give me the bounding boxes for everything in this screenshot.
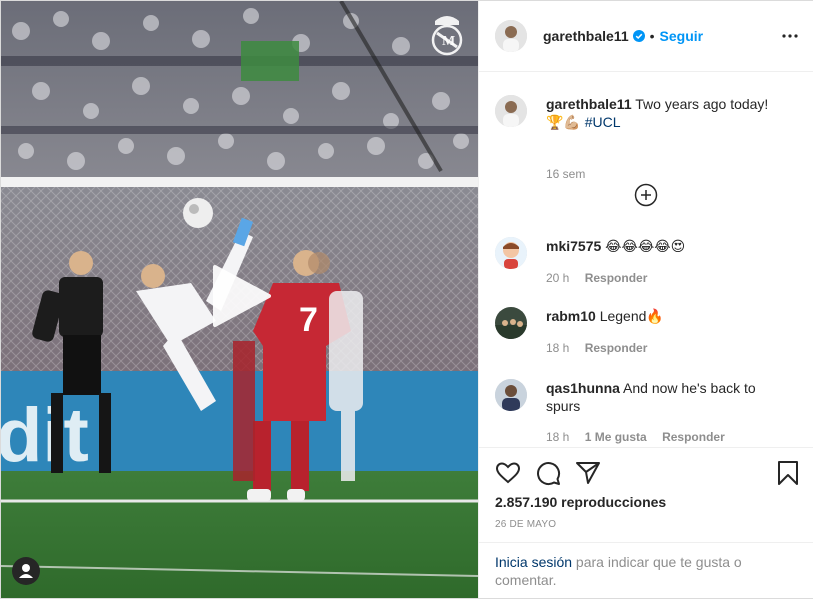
post-actions: 2.857.190 reproducciones 26 DE MAYO [479, 447, 813, 543]
bookmark-icon[interactable] [775, 460, 801, 486]
more-options-icon[interactable] [780, 28, 800, 44]
caption-emojis: 🏆💪🏼 [546, 114, 581, 130]
paper-plane-icon[interactable] [575, 460, 601, 486]
jersey-number: 7 [299, 301, 318, 339]
commenter-avatar[interactable] [495, 379, 527, 411]
post-header: garethbale11 • Seguir [479, 1, 813, 72]
comment-username[interactable]: rabm10 [546, 308, 596, 324]
caption-text: Two years ago today! [635, 96, 769, 112]
post-video[interactable]: dit 7 M [1, 1, 478, 598]
comment-timestamp[interactable]: 18 h [546, 430, 569, 444]
separator-dot: • [649, 28, 655, 44]
comments-list[interactable]: garethbale11 Two years ago today! 🏆💪🏼 #U… [479, 73, 813, 447]
ad-board-text: dit [1, 393, 89, 478]
follow-button[interactable]: Seguir [660, 28, 704, 44]
comment-bubble-icon[interactable] [535, 460, 561, 486]
svg-text:M: M [442, 34, 455, 49]
instagram-post: dit 7 M garethbale11 • Seguir garethbale… [0, 0, 813, 599]
comment-username[interactable]: mki7575 [546, 238, 601, 254]
author-avatar[interactable] [495, 20, 527, 52]
play-icon[interactable] [211, 263, 273, 329]
view-count[interactable]: 2.857.190 reproducciones [495, 494, 666, 510]
user-tag-button[interactable] [12, 557, 40, 585]
caption-author-avatar[interactable] [495, 95, 527, 127]
comment-likes[interactable]: 1 Me gusta [585, 430, 647, 444]
author-username[interactable]: garethbale11 [543, 28, 629, 44]
comment-username[interactable]: qas1hunna [546, 380, 620, 396]
comment-timestamp[interactable]: 18 h [546, 341, 569, 355]
login-prompt: Inicia sesión para indicar que te gusta … [479, 542, 813, 598]
club-crest-icon: M [431, 16, 463, 56]
caption-hashtag[interactable]: #UCL [585, 114, 621, 130]
heart-icon[interactable] [495, 460, 521, 486]
reply-button[interactable]: Responder [585, 271, 648, 285]
post-side-panel: garethbale11 • Seguir garethbale11 Two y… [478, 1, 813, 598]
verified-badge-icon [632, 30, 645, 42]
comment-text: 😂😂😂😂😍 [605, 238, 686, 254]
comment-timestamp[interactable]: 20 h [546, 271, 569, 285]
user-tag-icon [19, 564, 33, 578]
commenter-avatar[interactable] [495, 307, 527, 339]
caption-timestamp[interactable]: 16 sem [546, 167, 585, 181]
plus-circle-icon[interactable] [634, 183, 658, 207]
reply-button[interactable]: Responder [662, 430, 725, 444]
comment-text: Legend🔥 [599, 308, 664, 324]
login-link[interactable]: Inicia sesión [495, 554, 572, 570]
reply-button[interactable]: Responder [585, 341, 648, 355]
post-date[interactable]: 26 DE MAYO [495, 519, 556, 530]
caption-username[interactable]: garethbale11 [546, 96, 632, 112]
commenter-avatar[interactable] [495, 237, 527, 269]
